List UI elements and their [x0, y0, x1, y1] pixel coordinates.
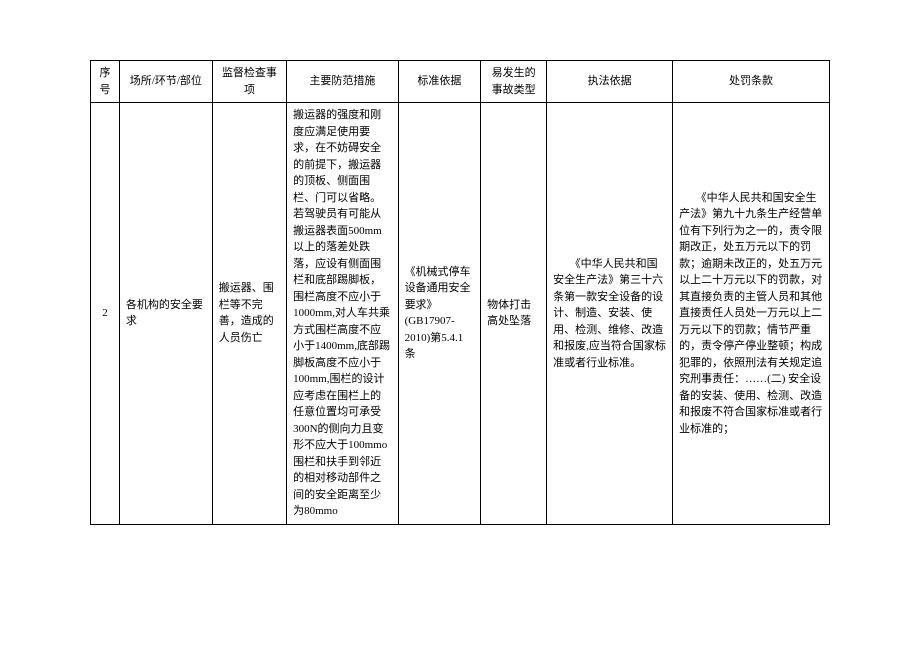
cell-law: 《中华人民共和国安全生产法》第三十六条第一款安全设备的设计、制造、安装、使用、检… [547, 103, 673, 525]
header-penalty: 处罚条款 [673, 61, 830, 103]
header-place: 场所/环节/部位 [119, 61, 212, 103]
header-row: 序号 场所/环节/部位 监督检查事项 主要防范措施 标准依据 易发生的事故类型 … [91, 61, 830, 103]
header-basis: 标准依据 [398, 61, 481, 103]
header-accident: 易发生的事故类型 [481, 61, 547, 103]
cell-measures: 搬运器的强度和刚度应满足使用要求，在不妨碍安全的前提下，搬运器的顶板、侧面围栏、… [287, 103, 398, 525]
cell-accident: 物体打击高处坠落 [481, 103, 547, 525]
header-inspect: 监督检查事项 [212, 61, 286, 103]
law-text: 《中华人民共和国安全生产法》第三十六条第一款安全设备的设计、制造、安装、使用、检… [553, 256, 666, 372]
cell-basis: 《机械式停车设备通用安全要求》(GB17907-2010)第5.4.1条 [398, 103, 481, 525]
cell-place: 各机构的安全要求 [119, 103, 212, 525]
header-seq: 序号 [91, 61, 120, 103]
cell-penalty: 《中华人民共和国安全生产法》第九十九条生产经营单位有下列行为之一的，责令限期改正… [673, 103, 830, 525]
header-measures: 主要防范措施 [287, 61, 398, 103]
header-law: 执法依据 [547, 61, 673, 103]
cell-seq: 2 [91, 103, 120, 525]
cell-inspect: 搬运器、围栏等不完善，造成的人员伤亡 [212, 103, 286, 525]
penalty-text: 《中华人民共和国安全生产法》第九十九条生产经营单位有下列行为之一的，责令限期改正… [679, 190, 823, 438]
safety-table: 序号 场所/环节/部位 监督检查事项 主要防范措施 标准依据 易发生的事故类型 … [90, 60, 830, 525]
table-row: 2 各机构的安全要求 搬运器、围栏等不完善，造成的人员伤亡 搬运器的强度和刚度应… [91, 103, 830, 525]
